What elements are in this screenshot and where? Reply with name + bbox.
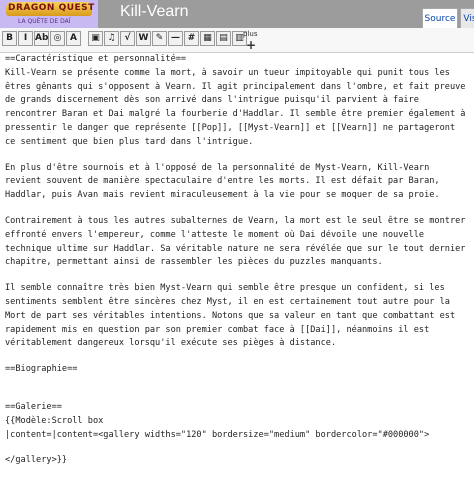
wikitext-editor[interactable]: ==Caractéristique et personnalité== Kill… [0, 53, 474, 480]
logo-subtitle: LA QUÊTE DE DAÏ [18, 18, 71, 25]
more-tools-label: plus [243, 30, 258, 38]
bold-icon[interactable]: B [2, 31, 17, 46]
editor-toolbar: B I Ab ◎ A ▣ ♫ √ W ✎ — # ▦ ▤ ▥ [0, 28, 474, 53]
wiki-logo[interactable]: DRAGON QUEST LA QUÊTE DE DAÏ [0, 0, 98, 28]
heading-biographie: ==Biographie== [5, 364, 78, 375]
heading-caracteristique: ==Caractéristique et personnalité== [5, 54, 187, 64]
external-link-icon[interactable]: ◎ [50, 31, 65, 46]
italic-icon[interactable]: I [18, 31, 33, 46]
more-tools-button[interactable]: plus + [243, 30, 257, 52]
plus-icon: + [246, 38, 257, 52]
link-icon[interactable]: Ab [34, 31, 49, 46]
template-open: {{Modèle:Scroll box [5, 415, 104, 426]
nowiki-icon[interactable]: W [136, 31, 151, 46]
media-icon[interactable]: ♫ [104, 31, 119, 46]
page-title: Kill-Vearn [120, 3, 189, 20]
gallery-open: |content=|content=<gallery widths="120" … [5, 429, 430, 440]
heading-galerie: ==Galerie== [5, 401, 62, 412]
paragraph-2: En plus d'être sournois et à l'opposé de… [5, 162, 440, 201]
paragraph-4: Il semble connaître très bien Myst-Vearn… [5, 283, 456, 349]
horizontal-line-icon[interactable]: — [168, 31, 183, 46]
wiki-header: DRAGON QUEST LA QUÊTE DE DAÏ Kill-Vearn … [0, 0, 474, 28]
signature-icon[interactable]: ✎ [152, 31, 167, 46]
tab-source[interactable]: Source [422, 8, 458, 28]
logo-text: DRAGON QUEST [8, 3, 95, 13]
redirect-icon[interactable]: # [184, 31, 199, 46]
image-icon[interactable]: ▣ [88, 31, 103, 46]
gallery-icon[interactable]: ▤ [216, 31, 231, 46]
paragraph-1: Kill-Vearn se présente comme la mort, à … [5, 67, 466, 147]
gallery-close: </gallery>}} [5, 455, 68, 466]
table-icon[interactable]: ▦ [200, 31, 215, 46]
tab-visual[interactable]: Vis [460, 8, 474, 28]
heading-icon[interactable]: A [66, 31, 81, 46]
paragraph-3: Contrairement à tous les autres subalter… [5, 215, 466, 268]
math-icon[interactable]: √ [120, 31, 135, 46]
